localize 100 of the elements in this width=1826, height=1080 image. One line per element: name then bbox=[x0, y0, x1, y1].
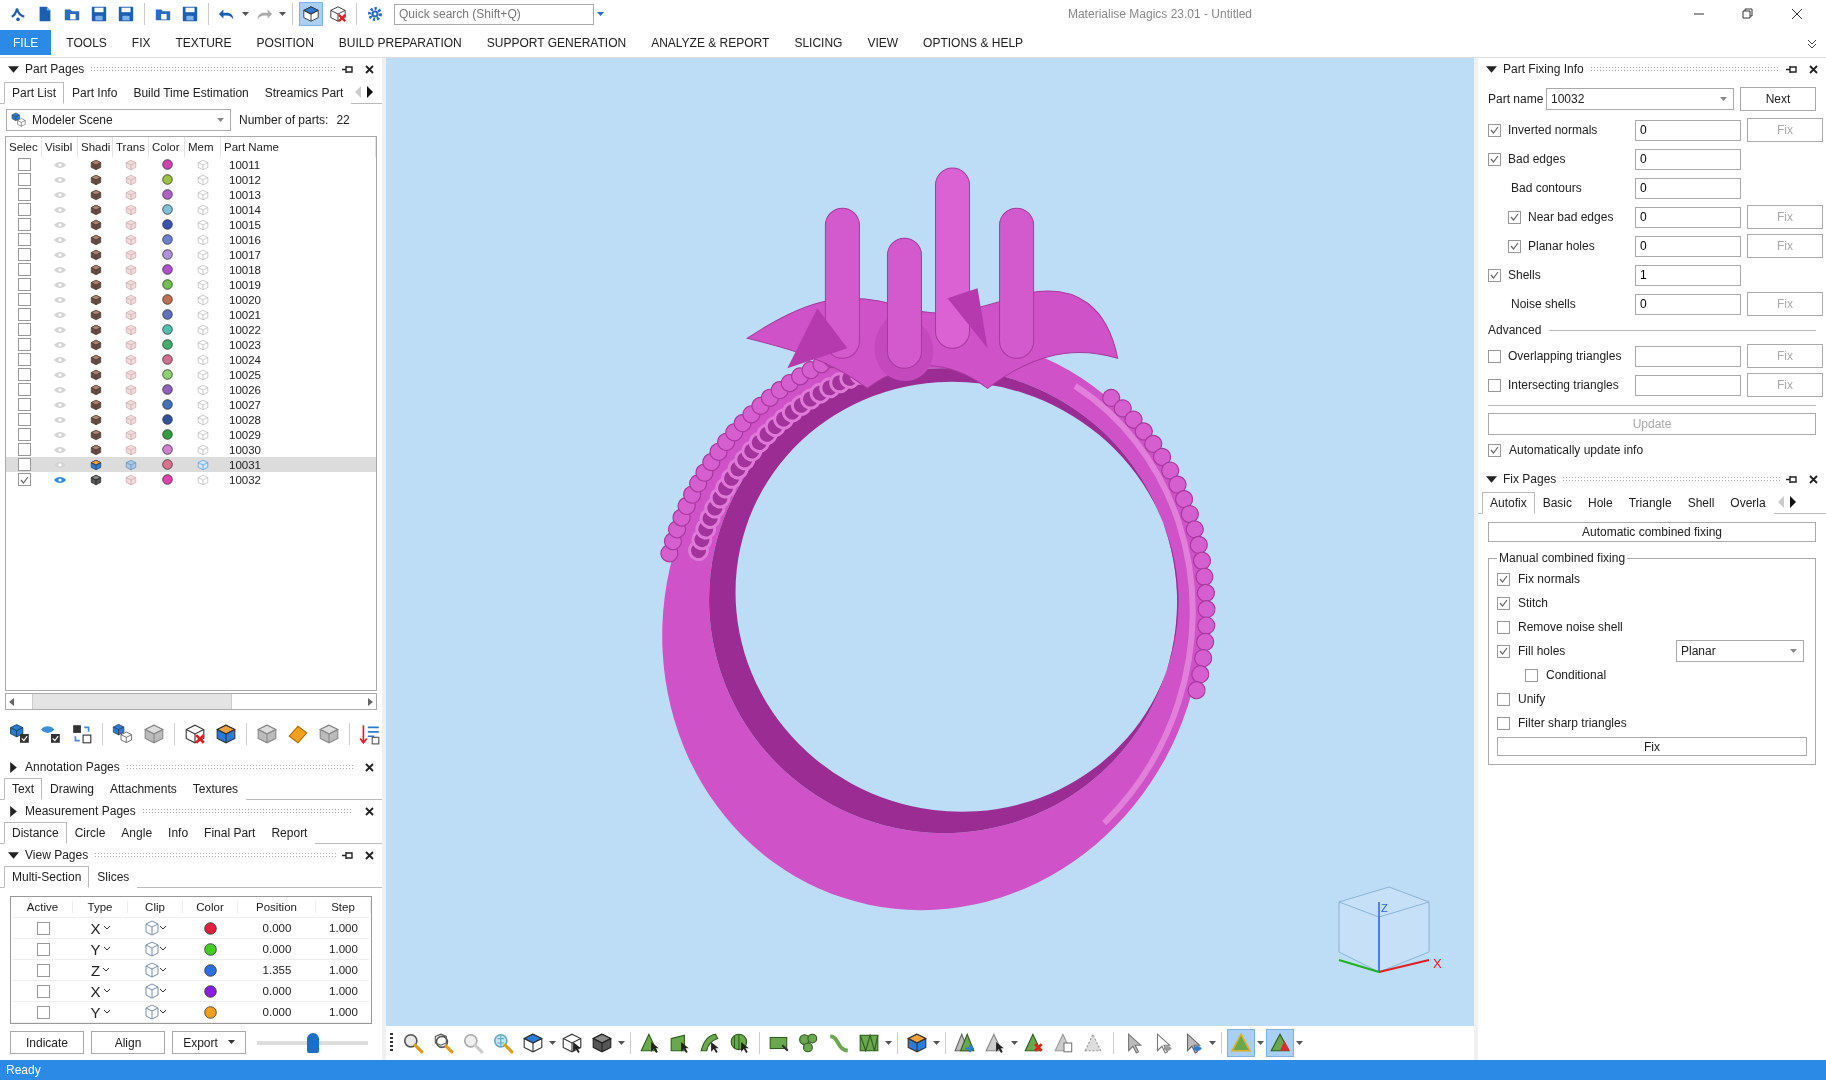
checkbox[interactable] bbox=[17, 263, 31, 276]
part-row[interactable]: 10013 bbox=[6, 187, 376, 202]
color-dot[interactable] bbox=[161, 354, 173, 365]
menu-item[interactable]: POSITION bbox=[245, 30, 325, 55]
color-dot[interactable] bbox=[161, 264, 173, 275]
checkbox[interactable] bbox=[1525, 668, 1538, 682]
shading-icon[interactable] bbox=[89, 263, 102, 276]
color-dot[interactable] bbox=[161, 339, 173, 350]
clip-cube-icon[interactable] bbox=[143, 1004, 168, 1020]
caret-icon[interactable] bbox=[102, 925, 111, 931]
color-dot[interactable] bbox=[161, 189, 173, 200]
color-dot[interactable] bbox=[204, 963, 217, 977]
caret-icon[interactable] bbox=[102, 967, 111, 973]
part-row[interactable]: 10021 bbox=[6, 307, 376, 322]
caret-icon[interactable] bbox=[618, 1040, 625, 1046]
part-row[interactable]: 10022 bbox=[6, 322, 376, 337]
tab[interactable]: Distance bbox=[4, 822, 67, 844]
menu-item[interactable]: OPTIONS & HELP bbox=[912, 30, 1035, 55]
color-dot[interactable] bbox=[161, 219, 173, 230]
pin-icon[interactable] bbox=[1786, 64, 1797, 74]
checkbox[interactable] bbox=[1508, 239, 1521, 253]
part-row[interactable]: 10015 bbox=[6, 217, 376, 232]
horizontal-scrollbar[interactable] bbox=[5, 693, 377, 710]
checkbox[interactable] bbox=[36, 984, 50, 998]
checkbox[interactable] bbox=[1488, 123, 1501, 137]
part-row[interactable]: 10024 bbox=[6, 352, 376, 367]
eye-icon[interactable] bbox=[54, 475, 66, 484]
part-row[interactable]: 10020 bbox=[6, 292, 376, 307]
expand-toggle-icon[interactable] bbox=[8, 849, 19, 861]
part-row[interactable]: 10028 bbox=[6, 412, 376, 427]
shading-icon[interactable] bbox=[89, 323, 102, 336]
checkbox[interactable] bbox=[1497, 620, 1510, 634]
checkbox[interactable] bbox=[17, 323, 31, 336]
shading-icon[interactable] bbox=[89, 473, 102, 486]
color-dot[interactable] bbox=[161, 279, 173, 290]
clip-cube-icon[interactable] bbox=[143, 983, 168, 999]
column-header[interactable]: Color bbox=[149, 137, 185, 157]
color-dot[interactable] bbox=[161, 459, 173, 470]
checkbox[interactable] bbox=[17, 338, 31, 351]
caret-icon[interactable] bbox=[279, 11, 286, 17]
close-icon[interactable] bbox=[365, 762, 374, 772]
section-button[interactable]: Export bbox=[172, 1031, 246, 1054]
slider-thumb[interactable] bbox=[306, 1032, 319, 1053]
color-dot[interactable] bbox=[161, 204, 173, 215]
shading-icon[interactable] bbox=[89, 413, 102, 426]
checkbox[interactable] bbox=[1497, 716, 1510, 730]
color-dot[interactable] bbox=[204, 921, 217, 935]
axis-type-dropdown[interactable]: X bbox=[90, 982, 111, 1000]
color-dot[interactable] bbox=[204, 984, 217, 998]
part-row[interactable]: 10023 bbox=[6, 337, 376, 352]
part-row[interactable]: 10025 bbox=[6, 367, 376, 382]
tab[interactable]: Multi-Section bbox=[4, 866, 90, 888]
color-dot[interactable] bbox=[161, 324, 173, 335]
shading-icon[interactable] bbox=[89, 278, 102, 291]
color-dot[interactable] bbox=[161, 174, 173, 185]
checkbox[interactable] bbox=[17, 413, 31, 426]
shading-icon[interactable] bbox=[89, 233, 102, 246]
part-row[interactable]: 10031 bbox=[6, 457, 376, 472]
caret-icon[interactable] bbox=[242, 11, 249, 17]
column-header[interactable]: Visibl bbox=[42, 137, 78, 157]
color-dot[interactable] bbox=[204, 942, 217, 956]
cube-icon[interactable] bbox=[299, 2, 323, 26]
scroll-right-icon[interactable] bbox=[365, 84, 376, 100]
shading-icon[interactable] bbox=[89, 293, 102, 306]
color-dot[interactable] bbox=[204, 1005, 217, 1019]
caret-icon[interactable] bbox=[1011, 1040, 1018, 1046]
caret-icon[interactable] bbox=[227, 1040, 235, 1045]
shading-icon[interactable] bbox=[89, 368, 102, 381]
value-field[interactable] bbox=[1635, 345, 1741, 367]
shading-icon[interactable] bbox=[89, 398, 102, 411]
part-row[interactable]: 10029 bbox=[6, 427, 376, 442]
checkbox[interactable] bbox=[1497, 572, 1510, 586]
axis-type-dropdown[interactable]: Y bbox=[90, 940, 111, 958]
clip-cube-icon[interactable] bbox=[143, 941, 168, 957]
step-value[interactable]: 1.000 bbox=[316, 943, 371, 955]
fix-button[interactable]: Fix bbox=[1497, 737, 1807, 756]
color-dot[interactable] bbox=[161, 309, 173, 320]
part-row[interactable]: 10026 bbox=[6, 382, 376, 397]
checkbox[interactable] bbox=[17, 293, 31, 306]
part-row[interactable]: 10017 bbox=[6, 247, 376, 262]
menu-item[interactable]: ANALYZE & REPORT bbox=[640, 30, 781, 55]
shading-icon[interactable] bbox=[89, 338, 102, 351]
checkbox[interactable] bbox=[17, 218, 31, 231]
axis-type-dropdown[interactable]: X bbox=[90, 919, 111, 937]
menu-item[interactable]: TEXTURE bbox=[164, 30, 243, 55]
section-button[interactable]: Indicate bbox=[10, 1031, 84, 1054]
checkbox[interactable] bbox=[17, 458, 31, 471]
checkbox[interactable] bbox=[17, 383, 31, 396]
checkbox[interactable] bbox=[36, 921, 50, 935]
color-dot[interactable] bbox=[161, 369, 173, 380]
position-value[interactable]: 0.000 bbox=[238, 1006, 316, 1018]
part-row[interactable]: 10012 bbox=[6, 172, 376, 187]
checkbox[interactable] bbox=[1488, 268, 1501, 282]
expand-toggle-icon[interactable] bbox=[8, 63, 19, 75]
part-name-dropdown[interactable]: 10032 bbox=[1546, 88, 1734, 110]
caret-icon[interactable] bbox=[933, 1040, 940, 1046]
caret-icon[interactable] bbox=[1296, 1040, 1303, 1046]
color-dot[interactable] bbox=[161, 249, 173, 260]
shading-icon[interactable] bbox=[89, 353, 102, 366]
pin-icon[interactable] bbox=[342, 64, 353, 74]
